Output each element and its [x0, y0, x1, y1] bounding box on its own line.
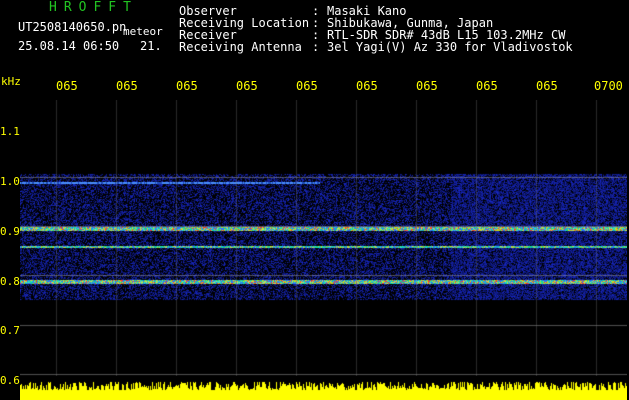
x-tick-label: 065 [56, 79, 78, 93]
x-tick-label: 065 [296, 79, 318, 93]
mode-label: meteor [123, 25, 163, 38]
x-tick-label: 065 [116, 79, 138, 93]
y-tick-label: 0.7 [0, 324, 20, 337]
x-tick-label: 065 [536, 79, 558, 93]
x-tick-label: 065 [416, 79, 438, 93]
y-tick-label: 0.9 [0, 225, 20, 238]
timestamp-label: 25.08.14 06:50 [18, 39, 120, 53]
spectrogram-canvas [20, 100, 627, 378]
y-tick-label: 1.1 [0, 125, 20, 138]
info-antenna-value: 3el Yagi(V) Az 330 for Vladivostok [327, 40, 573, 54]
x-tick-label: 065 [176, 79, 198, 93]
signal-level-bar [20, 376, 627, 400]
x-tick-label: 065 [236, 79, 258, 93]
y-tick-label: 1.0 [0, 175, 20, 188]
info-antenna-sep: : [312, 40, 320, 54]
x-tick-label: 0700 [594, 79, 623, 93]
x-tick-label: 065 [356, 79, 378, 93]
app-brand: HROFFT [49, 0, 138, 15]
y-axis-unit: kHz [1, 75, 21, 88]
filename-label: UT2508140650.pn [18, 20, 127, 34]
count-label: 21. [140, 39, 162, 53]
x-tick-label: 065 [476, 79, 498, 93]
spectrogram-window: HROFFT UT2508140650.pn meteor 25.08.14 0… [0, 0, 629, 400]
info-antenna-key: Receiving Antenna [179, 40, 302, 54]
y-tick-label: 0.8 [0, 275, 20, 288]
y-tick-label: 0.6 [0, 374, 20, 387]
